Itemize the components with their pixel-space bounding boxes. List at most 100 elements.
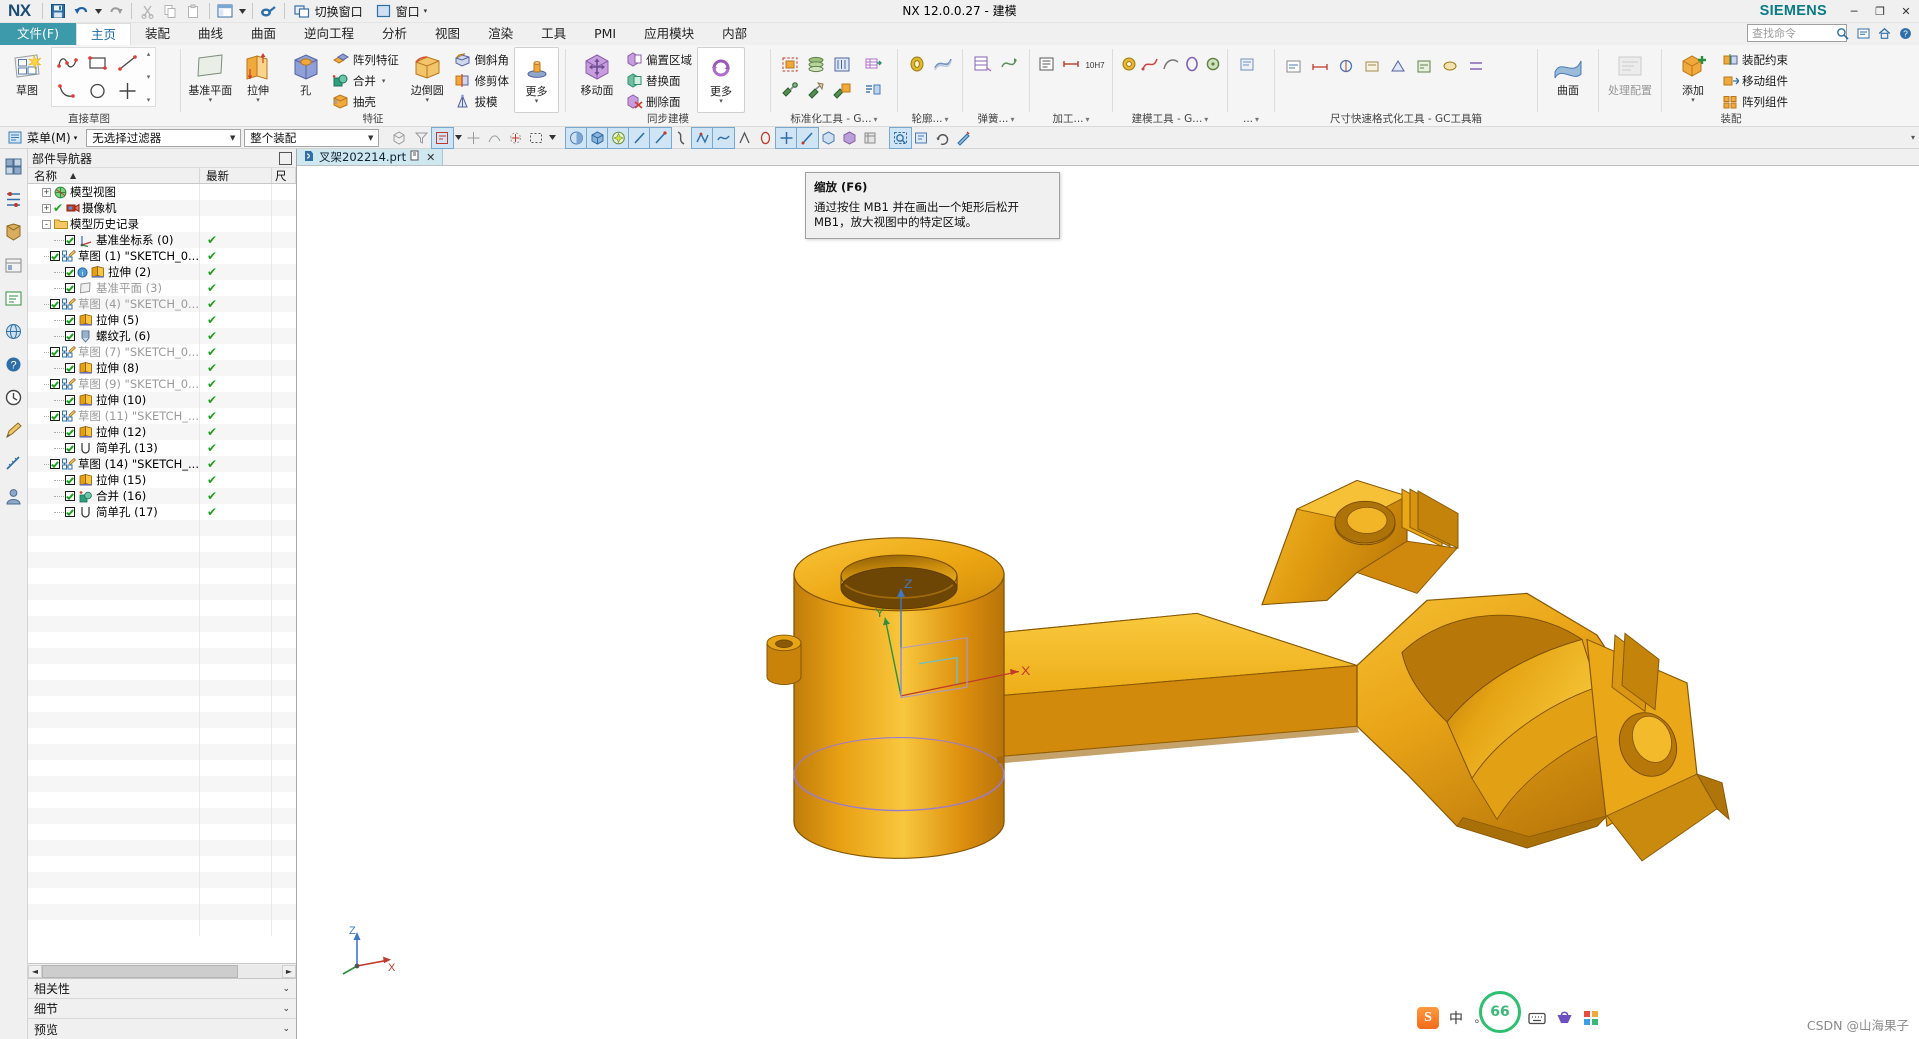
- draft-button[interactable]: 拔模: [452, 91, 514, 112]
- tree-row[interactable]: 草图 (1) "SKETCH_0... ✔: [28, 248, 296, 264]
- rotate-view-icon[interactable]: [932, 128, 953, 148]
- tree-row[interactable]: 拉伸 (12) ✔: [28, 424, 296, 440]
- spiral-icon[interactable]: [904, 51, 930, 77]
- tree-row-checkbox[interactable]: [65, 315, 75, 325]
- tree-row-name-cell[interactable]: - 模型历史记录: [28, 216, 200, 232]
- selection-scope-combo[interactable]: 整个装配 ▼: [244, 128, 380, 147]
- paste-icon[interactable]: [183, 1, 204, 21]
- scroll-left-icon[interactable]: ◄: [28, 964, 42, 978]
- tolerance-icon[interactable]: 10H7: [1083, 51, 1106, 77]
- surface-button[interactable]: 曲面: [1544, 47, 1592, 97]
- measure-resource-icon[interactable]: [2, 451, 26, 475]
- feature-tree[interactable]: + 模型视图 + ✔ 摄像机 - 模型历史记录 基准坐标系 (0) ✔ 草图 (1) "SKETC…: [28, 184, 296, 963]
- add-component-button[interactable]: 添加 ▾: [1668, 47, 1718, 104]
- scroll-down-icon[interactable]: ▾: [147, 73, 151, 81]
- chevron-down-icon[interactable]: ▾: [424, 7, 432, 15]
- tree-row-checkbox[interactable]: [65, 427, 75, 437]
- pin-panel-icon[interactable]: [279, 151, 292, 165]
- tree-row-checkbox[interactable]: [65, 507, 75, 517]
- zoom-window-icon[interactable]: [889, 126, 913, 149]
- tree-row[interactable]: 拉伸 (5) ✔: [28, 312, 296, 328]
- home-icon[interactable]: [1876, 25, 1892, 41]
- stack-icon[interactable]: [803, 51, 829, 77]
- arc-icon[interactable]: [53, 77, 83, 105]
- tree-row[interactable]: 草图 (7) "SKETCH_0... ✔: [28, 344, 296, 360]
- section-details[interactable]: 细节 ⌄: [28, 999, 296, 1019]
- tree-row-checkbox[interactable]: [49, 347, 60, 357]
- move-component-button[interactable]: 移动组件: [1719, 70, 1792, 91]
- face-tool-icon[interactable]: [818, 128, 839, 148]
- tab-analysis[interactable]: 分析: [368, 23, 421, 45]
- ime-mode-label[interactable]: 中: [1446, 1008, 1466, 1028]
- datum-plane-button[interactable]: 基准平面 ▾: [187, 47, 234, 104]
- tree-row-name-cell[interactable]: + 模型视图: [28, 184, 200, 200]
- tab-surface[interactable]: 曲面: [237, 23, 290, 45]
- tree-row-name-cell[interactable]: 螺纹孔 (6): [28, 328, 200, 344]
- dim-format-3-icon[interactable]: [1333, 53, 1359, 79]
- history-icon[interactable]: [2, 286, 26, 310]
- graphics-viewport[interactable]: 叉架202214.prt ✕ Z X Y 缩放 (F6) 通过按住 MB1 并在…: [297, 149, 1919, 1039]
- tree-row-name-cell[interactable]: + ✔ 摄像机: [28, 200, 200, 216]
- tree-row-checkbox[interactable]: [65, 235, 75, 245]
- copy-icon[interactable]: [160, 1, 181, 21]
- tab-application[interactable]: 应用模块: [630, 23, 708, 45]
- shaded-view-icon[interactable]: [565, 126, 589, 149]
- undo-icon[interactable]: [71, 1, 92, 21]
- tree-row-checkbox[interactable]: [65, 331, 75, 341]
- tree-row-checkbox[interactable]: [49, 411, 60, 421]
- tree-row-name-cell[interactable]: 拉伸 (8): [28, 360, 200, 376]
- chevron-down-icon[interactable]: ▾: [1011, 113, 1015, 126]
- spring-curve-icon[interactable]: [996, 51, 1022, 77]
- help-icon[interactable]: ?: [1897, 25, 1913, 41]
- part-family-icon[interactable]: [777, 77, 803, 103]
- history-clock-icon[interactable]: [2, 385, 26, 409]
- sketch-button[interactable]: 草图: [4, 47, 50, 97]
- tree-expander[interactable]: -: [42, 219, 51, 229]
- tree-row[interactable]: 拉伸 (10) ✔: [28, 392, 296, 408]
- chevron-down-icon[interactable]: ▾: [1255, 113, 1259, 126]
- shaded-with-edges-icon[interactable]: [586, 126, 610, 149]
- thread-tool-icon[interactable]: [1119, 51, 1139, 77]
- cut-icon[interactable]: [137, 1, 158, 21]
- undo-dropdown-icon[interactable]: [94, 1, 103, 21]
- chevron-down-icon[interactable]: ▼: [363, 134, 378, 142]
- chevron-down-icon[interactable]: ▾: [382, 77, 386, 85]
- angle-tool-icon[interactable]: [734, 128, 755, 148]
- gallery-scroll[interactable]: ▴ ▾ ▾: [143, 49, 154, 105]
- body-tool-icon[interactable]: [839, 128, 860, 148]
- section-preview[interactable]: 预览 ⌄: [28, 1019, 296, 1039]
- tree-row-name-cell[interactable]: 草图 (14) "SKETCH_...: [28, 456, 200, 472]
- spline-tool-icon[interactable]: [691, 126, 715, 149]
- tab-tools[interactable]: 工具: [527, 23, 580, 45]
- dim-format-5-icon[interactable]: [1385, 53, 1411, 79]
- color-palette-icon[interactable]: [258, 1, 279, 21]
- tree-row[interactable]: 草图 (9) "SKETCH_0... ✔: [28, 376, 296, 392]
- unite-button[interactable]: 合并 ▾: [330, 70, 403, 91]
- line-endpoint-icon[interactable]: [649, 126, 673, 149]
- loop-tool-icon[interactable]: [1182, 51, 1202, 77]
- chevron-down-icon[interactable]: ▾: [425, 97, 429, 104]
- tree-row-checkbox[interactable]: [65, 395, 75, 405]
- tree-row[interactable]: 螺纹孔 (6) ✔: [28, 328, 296, 344]
- tree-row-name-cell[interactable]: 简单孔 (13): [28, 440, 200, 456]
- rectangle-icon[interactable]: [83, 49, 113, 77]
- menu-button[interactable]: 菜单(M) ▾: [4, 128, 83, 147]
- misc-tool-icon[interactable]: [1234, 51, 1260, 77]
- orient-view-icon[interactable]: [607, 126, 631, 149]
- sogou-logo-icon[interactable]: S: [1417, 1007, 1439, 1029]
- tree-row-name-cell[interactable]: i 拉伸 (2): [28, 264, 200, 280]
- tree-row-checkbox[interactable]: [49, 379, 60, 389]
- tree-column-name[interactable]: 名称 ▲: [28, 168, 200, 183]
- tree-expander[interactable]: +: [42, 187, 51, 197]
- ime-status-ring[interactable]: 66: [1479, 991, 1521, 1033]
- chevron-down-icon[interactable]: ▾: [256, 97, 260, 104]
- select-general-icon[interactable]: [431, 126, 455, 149]
- edge-blend-button[interactable]: 边倒圆 ▾: [404, 47, 451, 104]
- line-tool-icon[interactable]: [628, 126, 652, 149]
- tree-row-name-cell[interactable]: 草图 (7) "SKETCH_0...: [28, 344, 200, 360]
- constraint-navigator-icon[interactable]: [2, 187, 26, 211]
- tree-row[interactable]: + 模型视图: [28, 184, 296, 200]
- note-icon[interactable]: [1036, 51, 1059, 77]
- select-mode-dropdown-icon[interactable]: [547, 128, 557, 148]
- tree-row-name-cell[interactable]: 拉伸 (10): [28, 392, 200, 408]
